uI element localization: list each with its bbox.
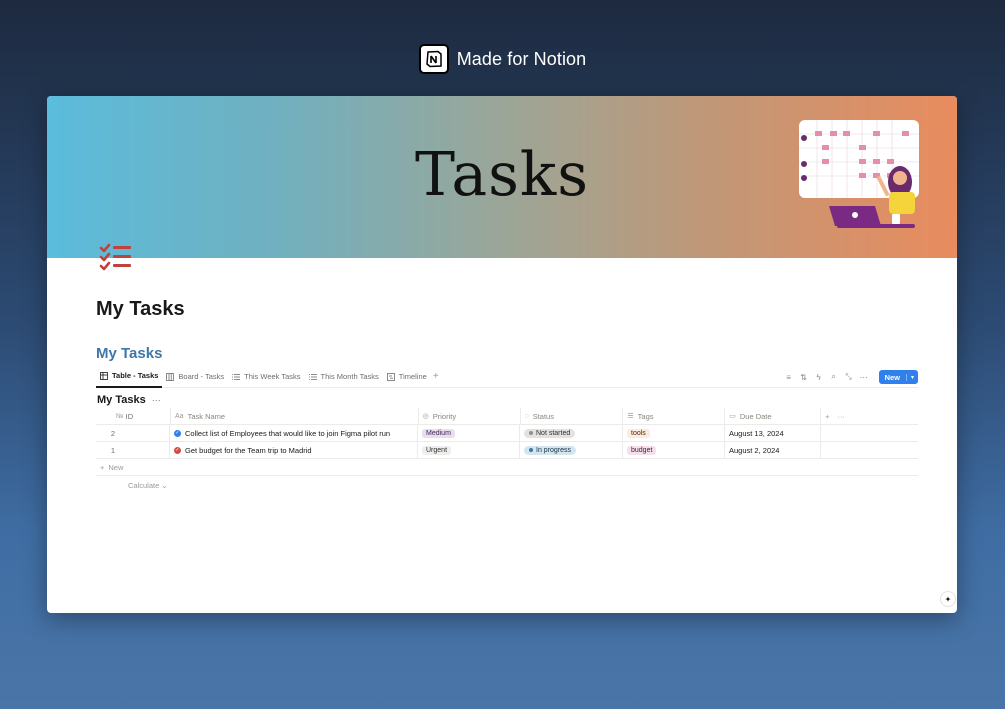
add-row-label: New	[108, 462, 124, 472]
table-row[interactable]: 2 ✓ Collect list of Employees that would…	[96, 424, 918, 442]
row-task-name-text: Collect list of Employees that would lik…	[185, 428, 391, 438]
page-title: My Tasks	[96, 298, 185, 320]
tasks-table: № ID Aa Task Name ◎ Priority ◌ Status ☰ Tags…	[96, 407, 918, 490]
tab-label: This Week Tasks	[244, 372, 301, 381]
list-icon	[232, 373, 241, 380]
number-icon: №	[116, 412, 124, 420]
tab-label: Board - Tasks	[178, 372, 225, 381]
column-header-status[interactable]: ◌ Status	[521, 407, 624, 425]
tab-label: Table - Tasks	[112, 371, 159, 380]
column-header-actions: + ···	[821, 408, 918, 425]
column-header-task-name[interactable]: Aa Task Name	[171, 407, 419, 425]
tab-table-tasks[interactable]: Table - Tasks	[96, 366, 163, 388]
automation-bolt-icon[interactable]: ϟ	[815, 373, 823, 382]
row-tags[interactable]: tools	[623, 424, 725, 442]
add-row-button[interactable]: + New	[96, 459, 918, 476]
notion-logo-icon	[418, 44, 449, 74]
sort-icon[interactable]: ⇅	[800, 373, 808, 382]
status-badge: In progress	[524, 445, 577, 455]
column-header-tags[interactable]: ☰ Tags	[623, 407, 726, 425]
calendar-illustration-icon	[799, 120, 919, 228]
table-more-icon[interactable]: ···	[152, 395, 161, 405]
column-header-priority[interactable]: ◎ Priority	[419, 407, 521, 425]
brand-header: Made for Notion	[0, 44, 1005, 74]
cover-banner[interactable]: Tasks	[47, 96, 957, 258]
brand-text: Made for Notion	[456, 48, 587, 69]
row-status[interactable]: Not started	[520, 424, 623, 442]
timeline-icon	[386, 372, 395, 381]
priority-badge: Medium	[422, 428, 455, 438]
row-tags[interactable]: budget	[623, 441, 725, 459]
row-extra-cell	[821, 442, 918, 459]
ai-sparkle-button[interactable]: ✦	[940, 591, 956, 607]
table-title: My Tasks ···	[97, 394, 161, 406]
column-more-icon[interactable]: ···	[838, 412, 846, 421]
select-icon: ◎	[422, 413, 429, 420]
row-due-date[interactable]: August 13, 2024	[725, 424, 821, 442]
view-tabs: Table - Tasks Board - Tasks This Week Ta…	[96, 366, 918, 388]
text-icon: Aa	[175, 412, 184, 420]
tab-timeline[interactable]: Timeline	[383, 366, 431, 388]
plus-icon: +	[100, 462, 105, 472]
notion-page-window: Tasks My Tasks My Tasks Table - Tasks Bo…	[47, 96, 957, 613]
board-icon	[166, 372, 175, 381]
tab-this-week-tasks[interactable]: This Week Tasks	[228, 366, 304, 388]
calculate-button[interactable]: Calculate ⌄	[128, 481, 918, 490]
row-task-name[interactable]: ✓ Get budget for the Team trip to Madrid	[170, 441, 418, 459]
database-title[interactable]: My Tasks	[96, 345, 162, 362]
row-id: 2	[96, 424, 170, 442]
add-column-icon[interactable]: +	[825, 412, 829, 421]
sparkle-icon: ✦	[944, 594, 952, 604]
row-due-date[interactable]: August 2, 2024	[725, 441, 821, 459]
add-view-icon[interactable]: +	[433, 371, 439, 382]
calculate-label: Calculate	[128, 481, 160, 490]
table-title-text: My Tasks	[97, 394, 146, 406]
tag-badge: tools	[627, 428, 650, 438]
new-button-label: New	[884, 372, 900, 382]
checklist-icon[interactable]	[99, 242, 133, 272]
status-icon: ◌	[524, 412, 529, 420]
expand-icon[interactable]: ⤡	[845, 372, 853, 382]
row-extra-cell	[821, 425, 918, 442]
row-task-name-text: Get budget for the Team trip to Madrid	[185, 445, 312, 455]
status-badge: Not started	[524, 428, 576, 438]
row-task-name[interactable]: ✓ Collect list of Employees that would l…	[170, 424, 418, 442]
row-priority[interactable]: Urgent	[418, 441, 520, 459]
chevron-down-icon[interactable]: ▾	[905, 373, 918, 381]
search-icon[interactable]: ⌕	[830, 372, 838, 382]
row-status[interactable]: In progress	[520, 441, 623, 459]
calendar-icon: ▭	[729, 413, 736, 420]
more-options-icon[interactable]: ⋯	[860, 373, 868, 382]
tab-board-tasks[interactable]: Board - Tasks	[162, 366, 228, 388]
filter-icon[interactable]: ≡	[785, 373, 793, 382]
checkmark-circle-icon: ✓	[174, 429, 181, 437]
row-id: 1	[96, 441, 170, 459]
multi-select-icon: ☰	[627, 413, 634, 420]
new-button[interactable]: New ▾	[878, 370, 918, 384]
checkmark-circle-icon: ✓	[174, 446, 181, 454]
list-icon	[308, 373, 317, 380]
chevron-down-icon: ⌄	[161, 481, 168, 490]
tab-label: Timeline	[398, 372, 427, 381]
row-priority[interactable]: Medium	[418, 424, 520, 442]
column-header-id[interactable]: № ID	[96, 407, 171, 425]
tab-this-month-tasks[interactable]: This Month Tasks	[305, 366, 383, 388]
table-row[interactable]: 1 ✓ Get budget for the Team trip to Madr…	[96, 441, 918, 459]
priority-badge: Urgent	[422, 445, 452, 455]
table-icon	[100, 371, 108, 380]
tab-label: This Month Tasks	[320, 372, 379, 381]
table-header-row: № ID Aa Task Name ◎ Priority ◌ Status ☰ Tags…	[96, 407, 918, 425]
database-toolbar: ≡ ⇅ ϟ ⌕ ⤡ ⋯ New ▾	[785, 366, 918, 388]
column-header-due-date[interactable]: ▭ Due Date	[725, 407, 822, 425]
tag-badge: budget	[627, 445, 657, 455]
